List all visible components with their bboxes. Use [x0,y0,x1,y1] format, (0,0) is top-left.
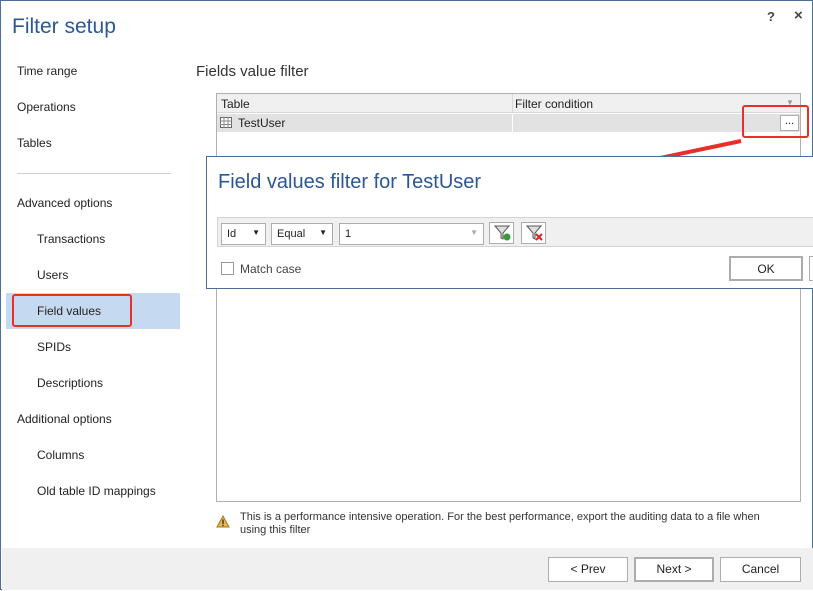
ok-button[interactable]: OK [729,256,803,281]
filter-toolbar: Id ▼ Equal ▼ 1 ▼ [217,217,813,247]
operator-select[interactable]: Equal ▼ [271,223,333,245]
operator-value: Equal [277,228,306,240]
warning-icon [216,515,230,528]
filter-remove-icon [525,225,543,241]
value-text: 1 [345,228,352,240]
filter-setup-window: Filter setup ? × Time range Operations T… [0,0,813,590]
warning-text: This is a performance intensive operatio… [240,511,760,536]
prev-button[interactable]: < Prev [548,557,628,582]
add-filter-button[interactable] [489,222,514,244]
match-case-label: Match case [240,262,302,276]
chevron-down-icon: ▼ [252,228,260,237]
cancel-button-partial[interactable] [809,256,813,281]
field-value: Id [227,228,237,240]
match-case-checkbox[interactable] [221,262,234,275]
dialog-title: Field values filter for TestUser [218,171,482,193]
filter-add-icon [493,225,510,241]
chevron-down-icon: ▼ [319,228,327,237]
field-values-filter-dialog: Field values filter for TestUser Id ▼ Equ… [206,156,813,289]
remove-filter-button[interactable] [521,222,546,244]
next-button[interactable]: Next > [634,557,714,582]
value-input[interactable]: 1 ▼ [339,223,484,245]
chevron-down-icon: ▼ [470,228,478,237]
annotation-arrow [419,139,742,214]
field-select[interactable]: Id ▼ [221,223,266,245]
cancel-button[interactable]: Cancel [720,557,801,582]
